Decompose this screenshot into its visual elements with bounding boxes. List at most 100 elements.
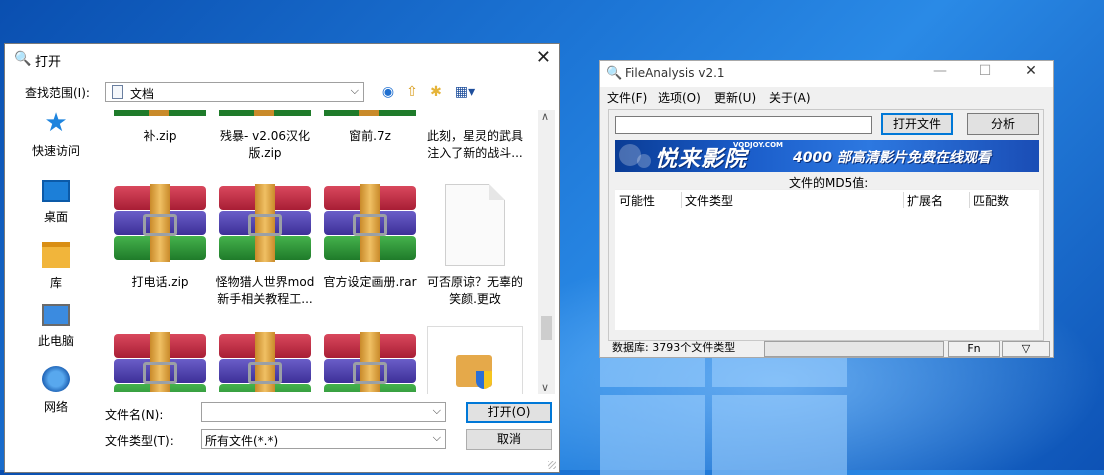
- dialog-titlebar[interactable]: 🔍 打开 ✕: [5, 44, 559, 74]
- place-desktop[interactable]: 桌面: [11, 180, 101, 225]
- column-header-extension[interactable]: 扩展名: [907, 192, 943, 209]
- file-item[interactable]: 打电话.zip: [108, 184, 212, 291]
- status-dropdown-icon[interactable]: ▽: [1002, 341, 1050, 357]
- file-item[interactable]: 此刻，星灵的武具注入了新的战斗...: [423, 128, 527, 162]
- winrar-archive-icon: [324, 184, 416, 262]
- maximize-icon[interactable]: ☐: [970, 63, 1000, 79]
- menu-update[interactable]: 更新(U): [714, 89, 756, 106]
- place-label: 网络: [43, 400, 68, 414]
- lookin-label: 查找范围(I):: [25, 86, 90, 100]
- file-item[interactable]: 官方设定画册.rar: [318, 184, 422, 291]
- chevron-down-icon[interactable]: ⌵: [351, 84, 359, 98]
- menu-file[interactable]: 文件(F): [607, 89, 647, 106]
- place-quick-access[interactable]: ★ 快速访问: [11, 110, 101, 159]
- filetype-label: 文件类型(T):: [105, 434, 174, 448]
- analyze-button[interactable]: 分析: [967, 113, 1039, 135]
- chevron-down-icon[interactable]: ⌵: [433, 431, 441, 445]
- ad-banner[interactable]: 悦来影院 VODJOY.COM 4000 部高清影片免费在线观看: [615, 140, 1039, 172]
- filetype-value: 所有文件(*.*): [205, 434, 279, 448]
- status-bar: 数据库: 3793个文件类型 Fn ▽: [600, 340, 1053, 358]
- column-header-matches[interactable]: 匹配数: [973, 192, 1009, 209]
- filename-label: 文件名(N):: [105, 408, 164, 422]
- file-item[interactable]: 可否原谅？无辜的笑颜.更改: [423, 184, 527, 308]
- installer-package-icon: [427, 326, 523, 394]
- resize-grip[interactable]: [548, 461, 556, 469]
- windows-logo-wallpaper: [600, 355, 850, 475]
- star-icon: ★: [44, 108, 68, 138]
- file-name: 残暴- v2.06汉化版.zip: [220, 129, 310, 160]
- file-item[interactable]: 窗前.7z: [318, 110, 422, 145]
- fa-titlebar[interactable]: 🔍 FileAnalysis v2.1 — ☐ ✕: [600, 61, 1053, 87]
- file-item[interactable]: 补.zip: [108, 110, 212, 145]
- winrar-archive-icon: [114, 332, 206, 392]
- file-item[interactable]: [318, 332, 422, 392]
- place-network[interactable]: 网络: [11, 366, 101, 415]
- winrar-archive-icon: [114, 110, 206, 116]
- library-icon: [42, 242, 70, 268]
- column-header-filetype[interactable]: 文件类型: [685, 192, 733, 209]
- file-item[interactable]: 残暴- v2.06汉化版.zip: [213, 110, 317, 162]
- fileanalysis-window: 🔍 FileAnalysis v2.1 — ☐ ✕ 文件(F) 选项(O) 更新…: [599, 60, 1054, 358]
- file-list-scrollbar[interactable]: ∧ ∨: [538, 110, 555, 394]
- winrar-archive-icon: [219, 184, 311, 262]
- column-divider: [903, 192, 904, 208]
- status-progress: [764, 341, 944, 357]
- close-icon[interactable]: ✕: [536, 47, 551, 68]
- place-label: 库: [49, 276, 62, 290]
- blank-file-icon: [445, 184, 505, 266]
- dialog-title: 打开: [35, 55, 62, 70]
- column-divider: [969, 192, 970, 208]
- winrar-archive-icon: [324, 332, 416, 392]
- open-file-button[interactable]: 打开文件: [881, 113, 953, 135]
- computer-icon: [42, 304, 70, 326]
- file-list[interactable]: 补.zip 残暴- v2.06汉化版.zip 窗前.7z 此刻，星灵的武具注入了…: [103, 110, 554, 394]
- app-icon: 🔍: [606, 66, 623, 81]
- lookin-value: 文档: [130, 87, 155, 101]
- place-library[interactable]: 库: [11, 242, 101, 291]
- status-fn[interactable]: Fn: [948, 341, 1000, 357]
- file-name: 可否原谅？无辜的笑颜.更改: [426, 275, 523, 306]
- fa-title: FileAnalysis v2.1: [625, 66, 725, 80]
- network-icon: [42, 366, 70, 392]
- desktop-icon: [42, 180, 70, 202]
- filetype-select[interactable]: 所有文件(*.*) ⌵: [201, 429, 446, 449]
- place-label: 桌面: [43, 210, 68, 224]
- up-folder-icon[interactable]: ⇧: [402, 82, 422, 102]
- scroll-up-icon[interactable]: ∧: [541, 110, 549, 123]
- file-name: 补.zip: [143, 129, 177, 143]
- menu-about[interactable]: 关于(A): [769, 89, 811, 106]
- file-name: 官方设定画册.rar: [323, 275, 417, 289]
- winrar-archive-icon: [219, 110, 311, 116]
- path-input[interactable]: [615, 116, 872, 134]
- dialog-app-icon: 🔍: [14, 51, 32, 67]
- open-button[interactable]: 打开(O): [466, 402, 552, 423]
- banner-slogan: 4000 部高清影片免费在线观看: [793, 150, 991, 166]
- lookin-combo[interactable]: 文档 ⌵: [105, 82, 364, 102]
- file-name: 此刻，星灵的武具注入了新的战斗...: [426, 129, 523, 160]
- fa-main-panel: 打开文件 分析 悦来影院 VODJOY.COM 4000 部高清影片免费在线观看…: [608, 109, 1044, 341]
- new-folder-icon[interactable]: ✱: [426, 82, 446, 102]
- fa-menubar: 文件(F) 选项(O) 更新(U) 关于(A): [600, 87, 1053, 107]
- place-this-pc[interactable]: 此电脑: [11, 304, 101, 349]
- chevron-down-icon[interactable]: ⌵: [433, 404, 441, 418]
- file-item[interactable]: [423, 326, 527, 394]
- places-bar: ★ 快速访问 桌面 库 此电脑 网络: [11, 110, 101, 414]
- results-list[interactable]: 可能性 文件类型 扩展名 匹配数: [615, 189, 1039, 330]
- filename-input[interactable]: ⌵: [201, 402, 446, 422]
- file-name: 打电话.zip: [131, 275, 189, 289]
- column-header-probability[interactable]: 可能性: [619, 192, 655, 209]
- scroll-down-icon[interactable]: ∨: [541, 381, 549, 394]
- file-item[interactable]: 怪物猎人世界mod新手相关教程工...: [213, 184, 317, 308]
- minimize-icon[interactable]: —: [925, 63, 955, 79]
- file-item[interactable]: [108, 332, 212, 392]
- open-dialog: 🔍 打开 ✕ 查找范围(I): 文档 ⌵ ◉ ⇧ ✱ ▦▾ ★ 快速访问 桌面 …: [4, 43, 560, 473]
- view-menu-icon[interactable]: ▦▾: [451, 82, 479, 102]
- file-item[interactable]: [213, 332, 317, 392]
- back-icon[interactable]: ◉: [378, 82, 398, 102]
- close-icon[interactable]: ✕: [1016, 63, 1046, 79]
- scroll-thumb[interactable]: [541, 316, 552, 340]
- column-divider: [681, 192, 682, 208]
- banner-decoration: [637, 154, 651, 168]
- cancel-button[interactable]: 取消: [466, 429, 552, 450]
- menu-options[interactable]: 选项(O): [658, 89, 701, 106]
